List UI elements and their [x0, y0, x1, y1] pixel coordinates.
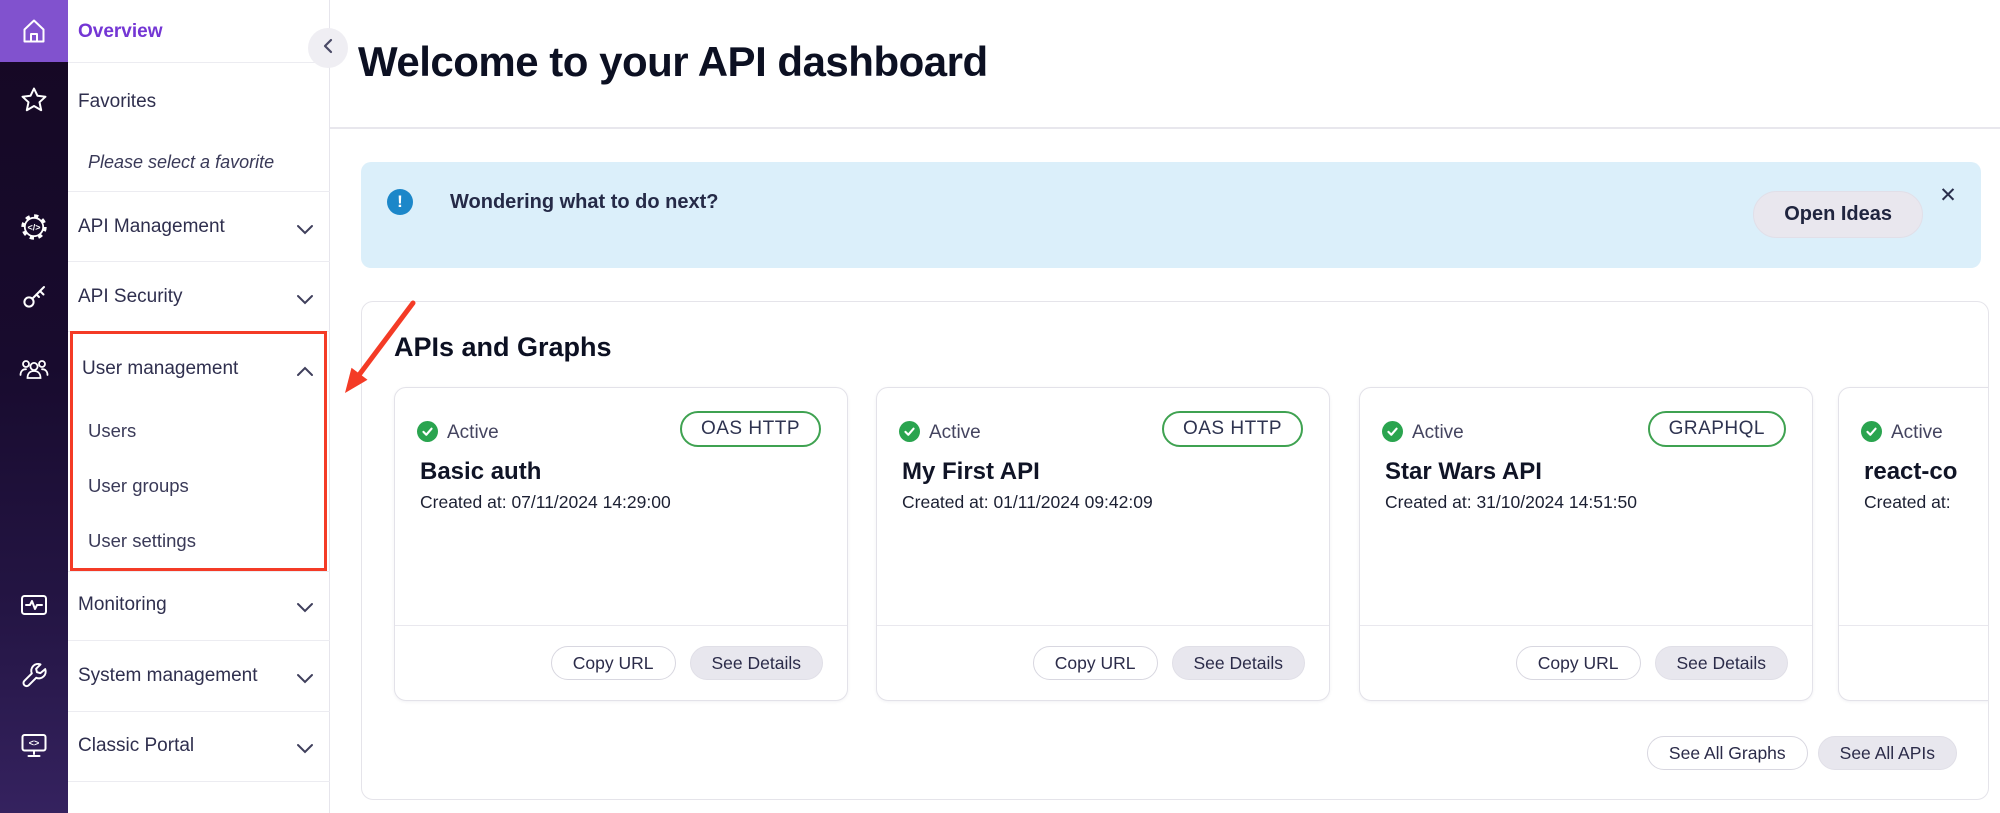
divider: [68, 191, 330, 192]
chevron-down-icon[interactable]: [296, 671, 314, 689]
rail-user-management-button[interactable]: [0, 337, 68, 399]
annotation-highlight-box: [70, 331, 327, 571]
rail-api-security-button[interactable]: [0, 266, 68, 328]
rail-classic-portal-button[interactable]: <>: [0, 715, 68, 777]
chevron-left-icon: [320, 36, 336, 61]
key-icon: [19, 282, 49, 312]
page-title: Welcome to your API dashboard: [358, 38, 988, 86]
api-card-star-wars-api: Active GRAPHQL Star Wars API Created at:…: [1359, 387, 1813, 701]
card-footer: Copy URL See Details: [1360, 625, 1812, 700]
sidebar-item-favorites[interactable]: Favorites: [78, 91, 156, 113]
header-divider: [330, 127, 2000, 129]
close-icon[interactable]: ✕: [1933, 180, 1963, 210]
monitor-code-icon: <>: [18, 730, 50, 762]
sidebar-item-overview[interactable]: Overview: [78, 21, 163, 43]
api-name: react-co: [1864, 458, 1957, 486]
see-details-button[interactable]: See Details: [690, 646, 824, 680]
annotation-arrow: [328, 296, 428, 406]
api-type-badge: OAS HTTP: [1162, 411, 1303, 447]
banner-text: Wondering what to do next?: [450, 191, 719, 214]
api-created-at: Created at: 07/11/2024 14:29:00: [420, 492, 671, 513]
active-check-icon: [1861, 421, 1882, 442]
sidebar-item-monitoring[interactable]: Monitoring: [78, 594, 167, 616]
chevron-down-icon[interactable]: [296, 222, 314, 240]
api-type-badge: GRAPHQL: [1648, 411, 1786, 447]
chevron-down-icon[interactable]: [296, 600, 314, 618]
copy-url-button[interactable]: Copy URL: [1516, 646, 1641, 680]
active-check-icon: [899, 421, 920, 442]
status-label: Active: [447, 422, 499, 444]
status-label: Active: [1412, 422, 1464, 444]
api-created-at: Created at: 01/11/2024 09:42:09: [902, 492, 1153, 513]
api-card-basic-auth: Active OAS HTTP Basic auth Created at: 0…: [394, 387, 848, 701]
copy-url-button[interactable]: Copy URL: [551, 646, 676, 680]
rail-api-management-button[interactable]: </>: [0, 196, 68, 258]
favorites-empty-text: Please select a favorite: [88, 152, 274, 173]
see-details-button[interactable]: See Details: [1172, 646, 1306, 680]
rail-monitoring-button[interactable]: [0, 574, 68, 636]
info-banner: ! Wondering what to do next? Open Ideas …: [361, 162, 1981, 268]
divider: [68, 571, 330, 572]
svg-text:<>: <>: [29, 738, 40, 748]
section-footer: See All Graphs See All APIs: [1647, 736, 1957, 770]
see-details-button[interactable]: See Details: [1655, 646, 1789, 680]
api-card-react-co: Active react-co Created at:: [1838, 387, 1989, 701]
chevron-down-icon[interactable]: [296, 741, 314, 759]
api-name: Basic auth: [420, 458, 541, 486]
home-icon: [19, 16, 49, 46]
card-footer: Copy URL See Details: [395, 625, 847, 700]
api-card-my-first-api: Active OAS HTTP My First API Created at:…: [876, 387, 1330, 701]
open-ideas-button[interactable]: Open Ideas: [1753, 191, 1923, 238]
chevron-down-icon[interactable]: [296, 292, 314, 310]
sidebar-item-api-security[interactable]: API Security: [78, 286, 183, 308]
rail-system-management-button[interactable]: [0, 645, 68, 707]
rail-favorites-button[interactable]: [0, 69, 68, 131]
users-group-icon: [18, 352, 50, 384]
monitor-pulse-icon: [18, 589, 50, 621]
divider: [68, 711, 330, 712]
wrench-icon: [19, 661, 49, 691]
status-label: Active: [929, 422, 981, 444]
star-icon: [19, 85, 49, 115]
info-icon: !: [387, 189, 413, 215]
divider: [68, 62, 330, 63]
divider: [68, 781, 330, 782]
sidebar-collapse-button[interactable]: [308, 28, 348, 68]
see-all-graphs-button[interactable]: See All Graphs: [1647, 736, 1808, 770]
divider: [68, 261, 330, 262]
api-name: My First API: [902, 458, 1040, 486]
see-all-apis-button[interactable]: See All APIs: [1818, 736, 1957, 770]
api-name: Star Wars API: [1385, 458, 1542, 486]
card-footer: [1839, 625, 1989, 700]
active-check-icon: [417, 421, 438, 442]
icon-rail: </>: [0, 0, 68, 813]
api-type-badge: OAS HTTP: [680, 411, 821, 447]
api-created-at: Created at: 31/10/2024 14:51:50: [1385, 492, 1637, 513]
status-label: Active: [1891, 422, 1943, 444]
card-footer: Copy URL See Details: [877, 625, 1329, 700]
copy-url-button[interactable]: Copy URL: [1033, 646, 1158, 680]
apis-and-graphs-section: APIs and Graphs Active OAS HTTP Basic au…: [361, 301, 1989, 800]
api-created-at: Created at:: [1864, 492, 1951, 513]
svg-text:</>: </>: [27, 223, 40, 233]
rail-home-button[interactable]: [0, 0, 68, 62]
gear-code-icon: </>: [18, 211, 50, 243]
sidebar-item-system-management[interactable]: System management: [78, 665, 258, 687]
sidebar-item-api-management[interactable]: API Management: [78, 216, 225, 238]
divider: [68, 640, 330, 641]
sidebar-item-classic-portal[interactable]: Classic Portal: [78, 735, 194, 757]
active-check-icon: [1382, 421, 1403, 442]
